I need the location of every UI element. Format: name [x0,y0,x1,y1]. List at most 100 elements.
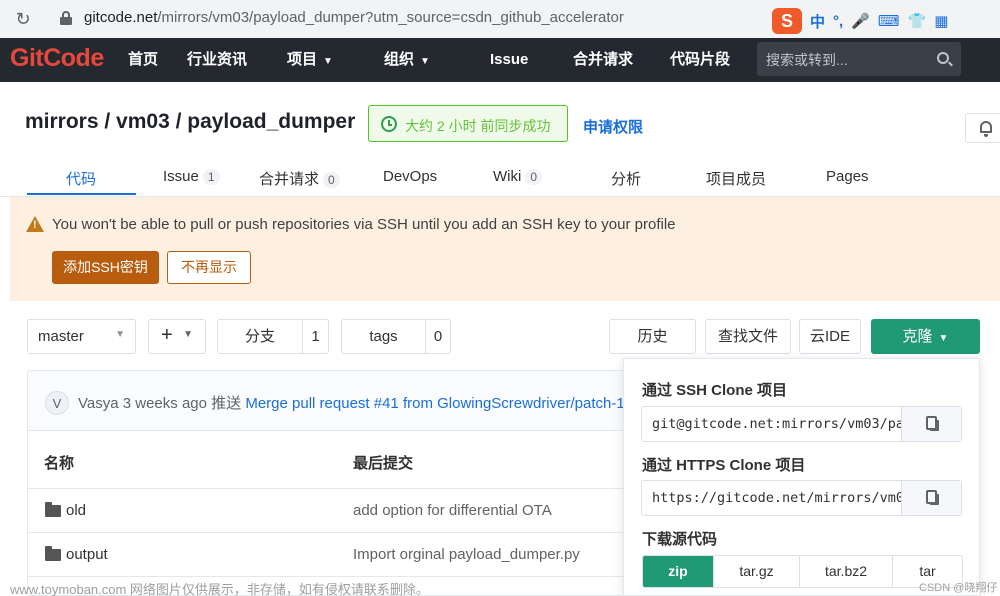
clone-button[interactable]: 克隆 ▼ [871,319,980,354]
nav-merge-requests[interactable]: 合并请求 [573,38,633,82]
table-row[interactable]: old add option for differential OTA [28,489,626,533]
chevron-down-icon: ▼ [938,333,949,344]
project-title: mirrors / vm03 / payload_dumper [25,110,356,133]
search-input[interactable]: 搜索或转到... [757,42,961,76]
tab-code[interactable]: 代码 [66,168,96,189]
ime-punctuation-icon[interactable]: °, [833,13,843,30]
ssh-clone-title: 通过 SSH Clone 项目 [642,382,788,399]
tab-merge-requests[interactable]: 合并请求 0 [259,168,340,189]
bell-icon [980,121,992,133]
ssh-url-field[interactable]: git@gitcode.net:mirrors/vm03/payload_dum… [641,406,962,442]
download-zip-button[interactable]: zip [643,556,714,587]
search-icon [937,52,949,64]
nav-orgs[interactable]: 组织 ▼ [384,38,430,82]
tab-issue-count: 1 [202,169,220,185]
chevron-down-icon: ▼ [323,56,333,67]
ime-skin-icon[interactable]: 👕 [908,12,927,30]
chevron-down-icon: ▼ [420,56,430,67]
https-url-field[interactable]: https://gitcode.net/mirrors/vm03/payload… [641,480,962,516]
last-commit-row: V Vasya 3 weeks ago 推送 Merge pull reques… [28,371,626,431]
nav-snippets[interactable]: 代码片段 [670,38,730,82]
ssh-url-value[interactable]: git@gitcode.net:mirrors/vm03/payload_dum… [652,416,902,432]
lock-icon[interactable] [60,11,72,25]
table-header: 名称 最后提交 [28,431,626,489]
add-ssh-key-button[interactable]: 添加SSH密钥 [52,251,159,284]
chevron-down-icon: ▼ [183,329,193,340]
tags-button[interactable]: tags 0 [341,319,451,354]
tags-label: tags [342,320,426,353]
add-dropdown-button[interactable]: + ▼ [148,319,206,354]
watermark-right: CSDN @晓翔仔 [919,582,998,594]
web-ide-button[interactable]: 云IDE [799,319,861,354]
commit-message-link[interactable]: Merge pull request #41 from GlowingScrew… [245,395,626,412]
copy-icon [926,416,937,430]
clone-dropdown: 通过 SSH Clone 项目 git@gitcode.net:mirrors/… [623,358,980,596]
branches-count: 1 [311,328,320,345]
tab-wiki-count: 0 [525,169,543,185]
download-targz-button[interactable]: tar.gz [714,556,800,587]
tab-devops[interactable]: DevOps [383,168,437,185]
sync-status-badge: 大约 2 小时 前同步成功 [368,105,568,142]
chevron-down-icon: ▼ [115,329,125,340]
find-file-button[interactable]: 查找文件 [705,319,791,354]
download-format-group: zip tar.gz tar.bz2 tar [642,555,963,588]
url-field[interactable]: gitcode.net/mirrors/vm03/payload_dumper?… [84,9,624,26]
avatar[interactable]: V [45,391,69,415]
copy-https-button[interactable] [901,481,961,515]
history-button[interactable]: 历史 [609,319,696,354]
tab-pages[interactable]: Pages [826,168,869,185]
ime-keyboard-icon[interactable]: ⌨ [878,12,900,30]
ime-toolbox-icon[interactable]: ▦ [934,12,948,30]
tab-merge-count: 0 [323,172,340,188]
ime-chinese-mode-icon[interactable]: 中 [810,11,825,32]
download-source-title: 下载源代码 [642,531,718,548]
download-tarbz2-button[interactable]: tar.bz2 [800,556,893,587]
column-commit-header: 最后提交 [353,455,414,472]
nav-news[interactable]: 行业资讯 [187,38,247,82]
warning-icon [26,216,44,232]
file-commit-message[interactable]: add option for differential OTA [353,502,552,519]
notification-bell-button[interactable] [965,113,1000,143]
file-name[interactable]: old [66,502,86,519]
watermark-left: www.toymoban.com 网络图片仅供展示，非存储，如有侵权请联系删除。 [10,582,429,596]
site-header: GitCode 首页 行业资讯 项目 ▼ 组织 ▼ Issue 合并请求 代码片段 … [0,38,1000,82]
branches-label: 分支 [218,320,303,353]
ime-voice-icon[interactable]: 🎤 [851,12,870,30]
tab-issue[interactable]: Issue 1 [163,168,220,185]
copy-ssh-button[interactable] [901,407,961,441]
column-name-header: 名称 [44,455,75,472]
commit-action: 推送 [211,395,242,412]
tab-wiki[interactable]: Wiki 0 [493,168,543,185]
file-name[interactable]: output [66,546,108,563]
file-commit-message[interactable]: Import orginal payload_dumper.py [353,546,580,563]
branch-select[interactable]: master ▼ [27,319,136,354]
banner-message: You won't be able to pull or push reposi… [52,216,676,233]
folder-icon [45,502,61,517]
sogou-logo-icon[interactable]: S [772,8,802,34]
table-row[interactable]: output Import orginal payload_dumper.py [28,533,626,577]
https-clone-title: 通过 HTTPS Clone 项目 [642,457,806,474]
tab-analytics[interactable]: 分析 [611,168,641,189]
active-tab-indicator [27,193,136,195]
ime-toolbar: S 中 °, 🎤 ⌨ 👕 ▦ [772,8,948,34]
https-url-value[interactable]: https://gitcode.net/mirrors/vm03/payload… [652,490,902,506]
reload-icon[interactable]: ↻ [12,8,34,30]
branches-button[interactable]: 分支 1 [217,319,329,354]
ssh-warning-banner: You won't be able to pull or push reposi… [10,197,1000,301]
gitcode-logo[interactable]: GitCode [10,44,104,73]
branch-select-value: master [38,328,84,345]
stopwatch-icon [381,116,397,132]
tab-members[interactable]: 项目成员 [706,168,766,189]
dismiss-banner-button[interactable]: 不再显示 [167,251,251,284]
apply-access-link[interactable]: 申请权限 [583,116,643,137]
nav-projects[interactable]: 项目 ▼ [287,38,333,82]
commit-author[interactable]: Vasya [78,395,119,412]
copy-icon [926,490,937,504]
search-placeholder: 搜索或转到... [766,52,848,68]
commit-summary: Vasya 3 weeks ago 推送 Merge pull request … [78,392,626,413]
nav-issue[interactable]: Issue [490,38,528,82]
commit-time: 3 weeks ago [122,395,207,412]
nav-home[interactable]: 首页 [128,38,158,82]
plus-icon: + [161,324,173,346]
file-browser: V Vasya 3 weeks ago 推送 Merge pull reques… [27,370,627,596]
